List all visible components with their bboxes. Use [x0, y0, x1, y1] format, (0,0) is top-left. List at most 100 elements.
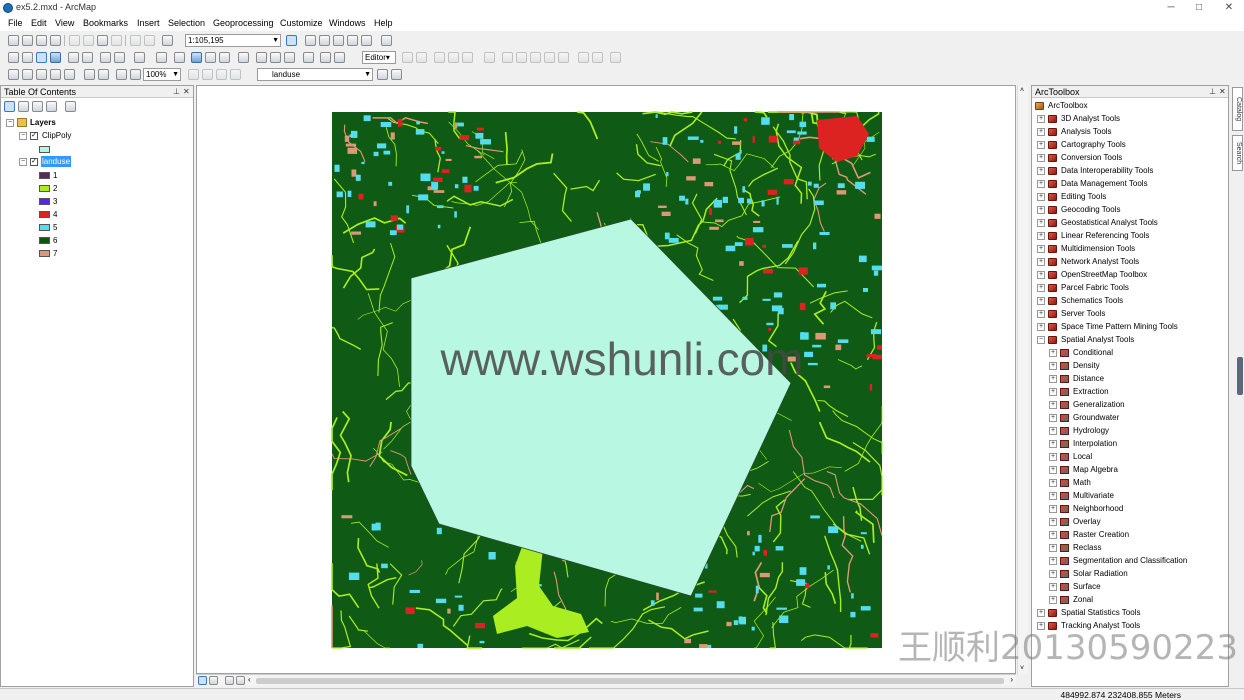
map-horizontal-scrollbar[interactable]: ‹ › [196, 674, 1016, 686]
zoom-out-icon[interactable] [22, 52, 33, 63]
map-canvas[interactable]: www.wshunli.com [197, 86, 1015, 673]
toolset-item[interactable]: Distance [1073, 373, 1104, 384]
data-frame-layers[interactable]: Layers [30, 117, 56, 128]
horizontal-scroll-thumb[interactable] [256, 678, 1004, 684]
side-resize-handle[interactable] [1237, 357, 1243, 395]
rotate-icon[interactable] [544, 52, 555, 63]
legend-swatch[interactable] [39, 185, 50, 192]
expand-icon[interactable]: + [1037, 310, 1045, 318]
expand-icon[interactable]: + [1049, 570, 1057, 578]
create-viewer-icon[interactable] [320, 52, 331, 63]
create-features-icon[interactable] [592, 52, 603, 63]
collapse-icon[interactable]: − [19, 132, 27, 140]
menu-bookmarks[interactable]: Bookmarks [83, 18, 128, 28]
toolbox-item[interactable]: Analysis Tools [1061, 126, 1112, 137]
expand-icon[interactable]: + [1037, 115, 1045, 123]
chevron-down-icon[interactable]: ▼ [172, 69, 179, 80]
expand-icon[interactable]: + [1037, 297, 1045, 305]
toolbox-item[interactable]: Parcel Fabric Tools [1061, 282, 1129, 293]
expand-icon[interactable]: + [1049, 440, 1057, 448]
close-button[interactable]: ✕ [1222, 1, 1236, 14]
toolset-item[interactable]: Density [1073, 360, 1100, 371]
expand-icon[interactable]: + [1049, 505, 1057, 513]
toolset-item[interactable]: Generalization [1073, 399, 1125, 410]
edit-tool-icon[interactable] [402, 52, 413, 63]
change-layout-icon[interactable] [216, 69, 227, 80]
find-icon[interactable] [256, 52, 267, 63]
focus-frame-icon[interactable] [202, 69, 213, 80]
legend-swatch[interactable] [39, 172, 50, 179]
data-view-icon[interactable] [198, 676, 207, 685]
toolbox-item[interactable]: Schematics Tools [1061, 295, 1123, 306]
toolbox-item[interactable]: Space Time Pattern Mining Tools [1061, 321, 1178, 332]
layout-fixed-zoom-out-icon[interactable] [98, 69, 109, 80]
toolset-item[interactable]: Reclass [1073, 542, 1101, 553]
toolset-item[interactable]: Math [1073, 477, 1091, 488]
expand-icon[interactable]: + [1037, 245, 1045, 253]
toolbox-item[interactable]: Data Interoperability Tools [1061, 165, 1153, 176]
fixed-zoom-out-icon[interactable] [82, 52, 93, 63]
list-by-drawing-order-icon[interactable] [4, 101, 15, 112]
catalog-tab[interactable]: Catalog [1232, 87, 1243, 131]
toolbox-item[interactable]: Multidimension Tools [1061, 243, 1135, 254]
expand-icon[interactable]: + [1049, 557, 1057, 565]
scroll-left-icon[interactable]: ‹ [248, 675, 251, 684]
toolset-item[interactable]: Zonal [1073, 594, 1093, 605]
menu-help[interactable]: Help [374, 18, 393, 28]
target-layer-combo[interactable]: landuse ▼ [257, 68, 373, 81]
copy-icon[interactable] [83, 35, 94, 46]
menu-edit[interactable]: Edit [31, 18, 47, 28]
clear-selection-icon[interactable] [156, 52, 167, 63]
scroll-right-icon[interactable]: › [1010, 675, 1013, 684]
menu-file[interactable]: File [8, 18, 23, 28]
legend-swatch[interactable] [39, 237, 50, 244]
find-route-icon[interactable] [270, 52, 281, 63]
vertex-icon[interactable] [484, 52, 495, 63]
minimize-button[interactable]: ─ [1164, 1, 1178, 14]
expand-icon[interactable]: + [1037, 128, 1045, 136]
layout-fixed-zoom-in-icon[interactable] [84, 69, 95, 80]
expand-icon[interactable]: + [1037, 167, 1045, 175]
toolbox-item[interactable]: Spatial Statistics Tools [1061, 607, 1140, 618]
zoom-100-icon[interactable] [64, 69, 75, 80]
expand-icon[interactable]: + [1037, 193, 1045, 201]
full-extent-icon[interactable] [50, 52, 61, 63]
toolbox-item[interactable]: Conversion Tools [1061, 152, 1122, 163]
layout-zoom-out-icon[interactable] [22, 69, 33, 80]
layout-forward-icon[interactable] [130, 69, 141, 80]
end-point-arc-icon[interactable] [448, 52, 459, 63]
toolset-item[interactable]: Extraction [1073, 386, 1109, 397]
expand-icon[interactable]: + [1037, 141, 1045, 149]
toolbox-item[interactable]: Server Tools [1061, 308, 1105, 319]
menu-geoprocessing[interactable]: Geoprocessing [213, 18, 274, 28]
expand-icon[interactable]: + [1037, 206, 1045, 214]
toolbox-item[interactable]: Geocoding Tools [1061, 204, 1120, 215]
toolset-item[interactable]: Conditional [1073, 347, 1113, 358]
expand-icon[interactable]: + [1037, 180, 1045, 188]
layer-clippoly[interactable]: ClipPoly [42, 130, 71, 141]
arctoolbox-window-icon[interactable] [347, 35, 358, 46]
reshape-icon[interactable] [502, 52, 513, 63]
expand-icon[interactable]: + [1049, 453, 1057, 461]
expand-icon[interactable]: + [1049, 427, 1057, 435]
open-icon[interactable] [22, 35, 33, 46]
toolset-item[interactable]: Interpolation [1073, 438, 1117, 449]
time-slider-icon[interactable] [303, 52, 314, 63]
pin-icon[interactable]: ⊥ [1209, 87, 1216, 96]
toolbox-item[interactable]: Linear Referencing Tools [1061, 230, 1149, 241]
expand-icon[interactable]: + [1037, 258, 1045, 266]
collapse-icon[interactable]: − [6, 119, 14, 127]
layer-landuse[interactable]: landuse [41, 156, 72, 167]
zoom-whole-page-icon[interactable] [50, 69, 61, 80]
pan-icon[interactable] [36, 52, 47, 63]
expand-icon[interactable]: + [1049, 466, 1057, 474]
expand-icon[interactable]: + [1037, 323, 1045, 331]
clippoly-symbol[interactable] [39, 146, 50, 153]
hyperlink-icon[interactable] [205, 52, 216, 63]
menu-selection[interactable]: Selection [168, 18, 205, 28]
pause-drawing-icon[interactable] [236, 676, 245, 685]
toolbox-item[interactable]: OpenStreetMap Toolbox [1061, 269, 1147, 280]
toolbox-item[interactable]: Cartography Tools [1061, 139, 1126, 150]
legend-swatch[interactable] [39, 211, 50, 218]
toolset-item[interactable]: Map Algebra [1073, 464, 1118, 475]
